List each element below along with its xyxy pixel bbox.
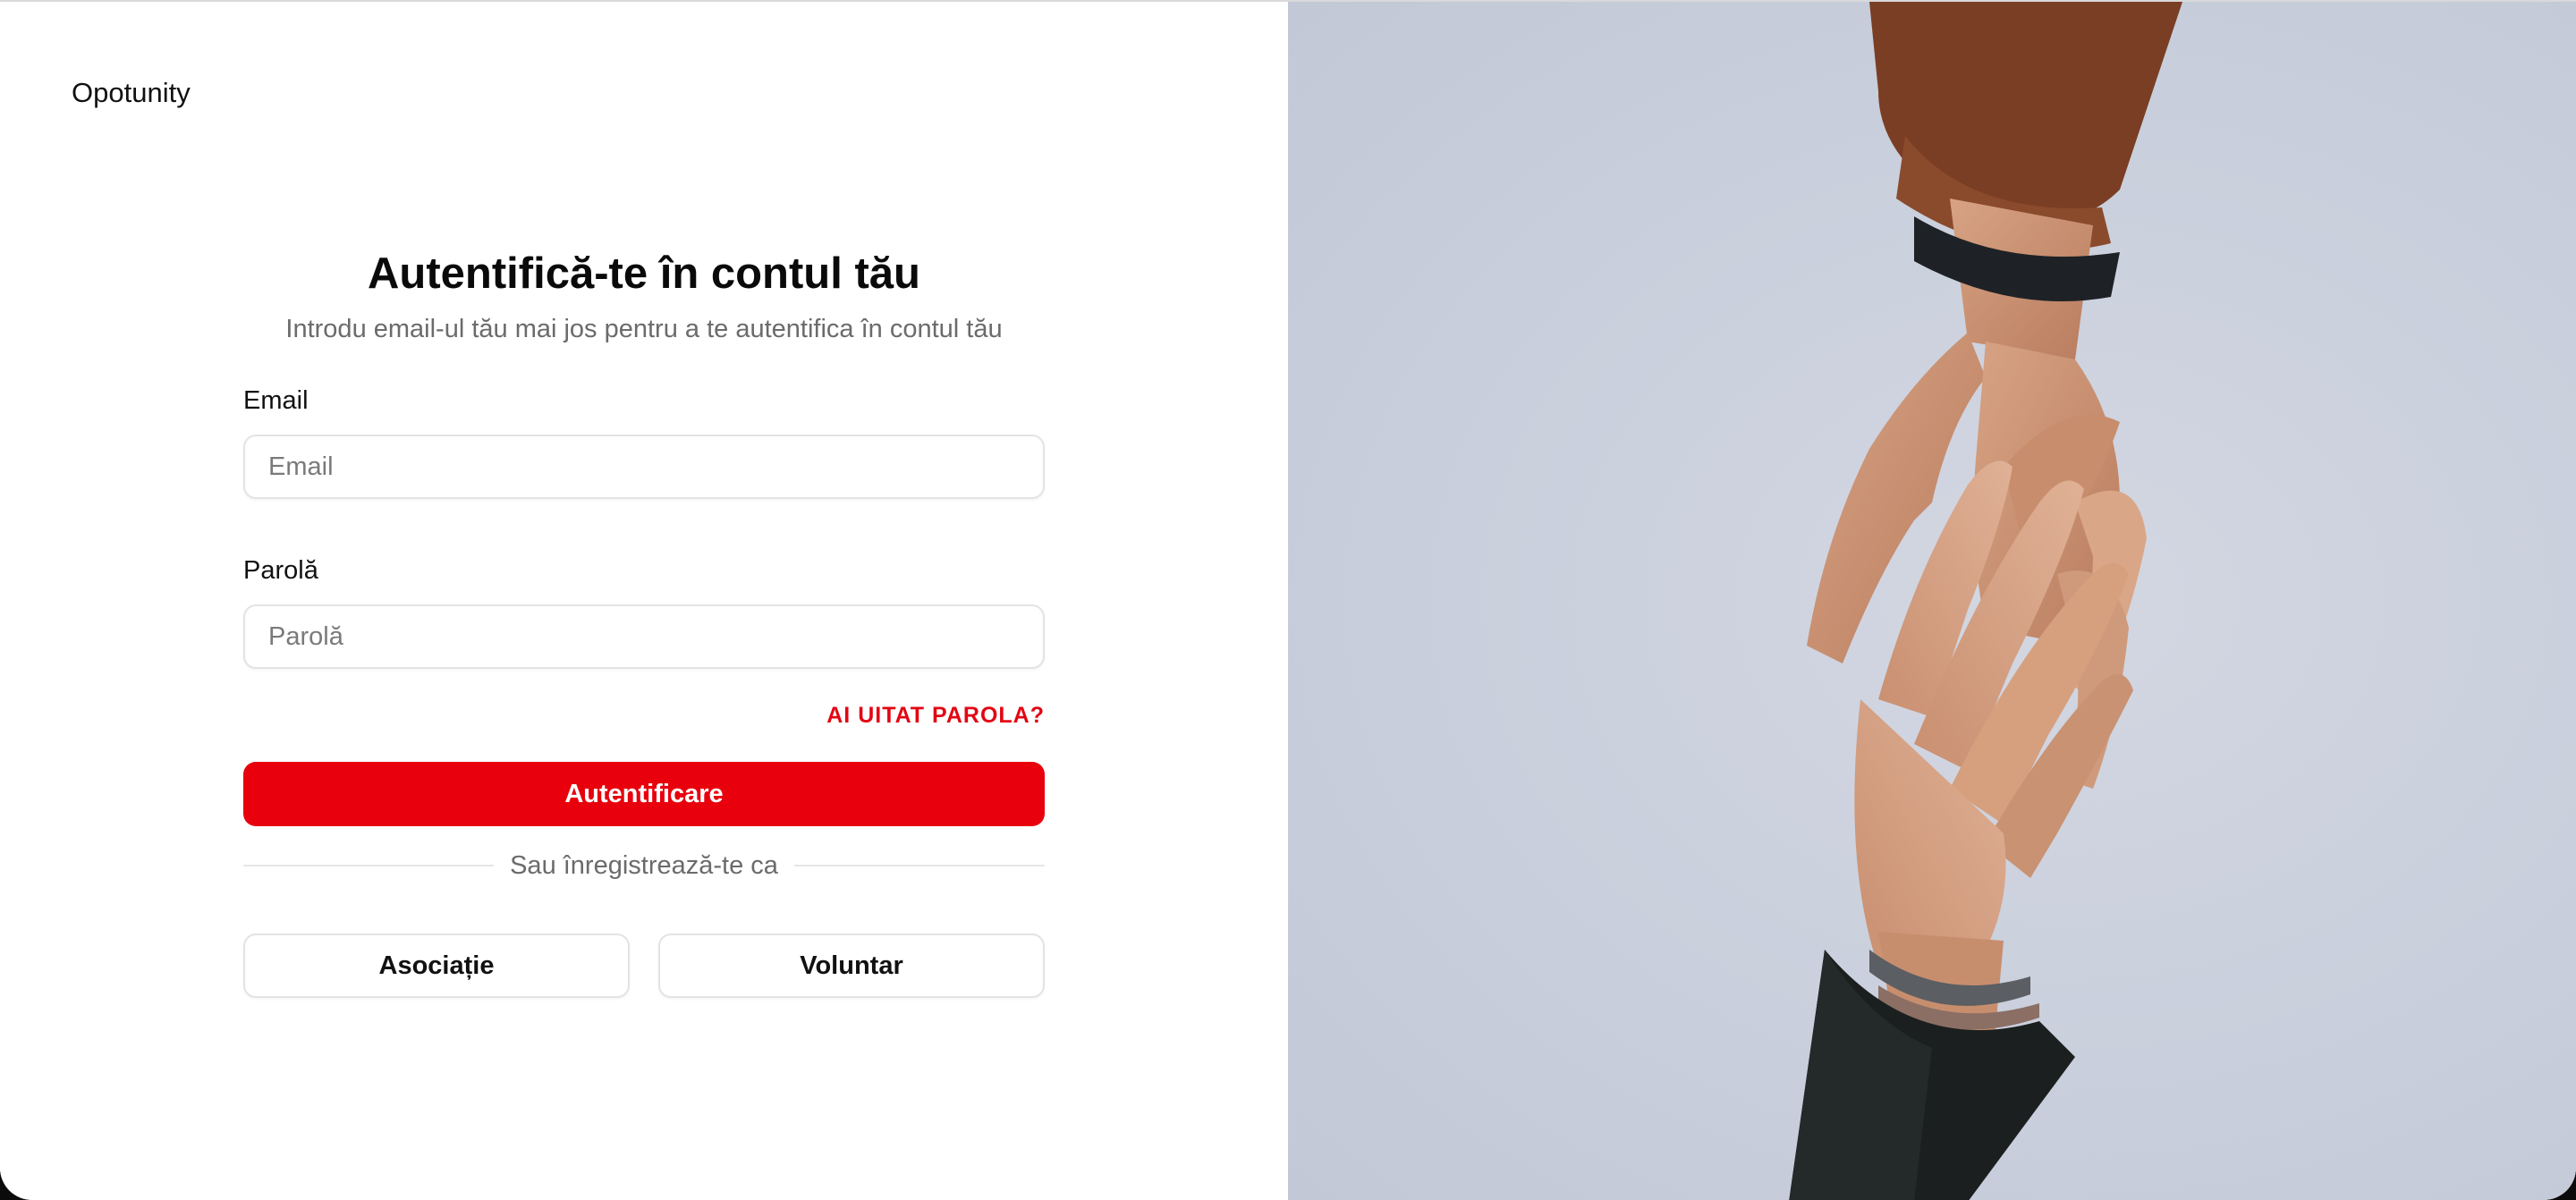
- email-label: Email: [243, 386, 309, 415]
- app-logo[interactable]: Opotunity: [72, 77, 191, 109]
- divider-text: Sau înregistrează-te ca: [510, 850, 778, 880]
- forgot-password-link[interactable]: AI UITAT PAROLA?: [826, 703, 1045, 729]
- app-window: Opotunity Autentifică-te în contul tău I…: [0, 0, 2576, 1200]
- divider-line-right: [793, 865, 1046, 866]
- login-panel: Opotunity Autentifică-te în contul tău I…: [0, 2, 1288, 1200]
- page-subtitle: Introdu email-ul tău mai jos pentru a te…: [285, 315, 1003, 343]
- login-form: Autentifică-te în contul tău Introdu ema…: [243, 245, 1046, 998]
- divider-line-left: [243, 865, 495, 866]
- login-button[interactable]: Autentificare: [243, 762, 1045, 826]
- password-field[interactable]: [243, 604, 1045, 669]
- register-volunteer-button[interactable]: Voluntar: [658, 934, 1045, 998]
- password-label: Parolă: [243, 556, 318, 585]
- form-fields: Email Parolă AI UITAT PAROLA? Autentific…: [243, 347, 1046, 998]
- hero-image: [1288, 2, 2576, 1200]
- reaching-hands-photo-icon: [1789, 2, 2182, 1200]
- register-divider: Sau înregistrează-te ca: [243, 848, 1046, 883]
- register-association-button[interactable]: Asociație: [243, 934, 630, 998]
- page-title: Autentifică-te în contul tău: [368, 249, 920, 298]
- email-field[interactable]: [243, 435, 1045, 499]
